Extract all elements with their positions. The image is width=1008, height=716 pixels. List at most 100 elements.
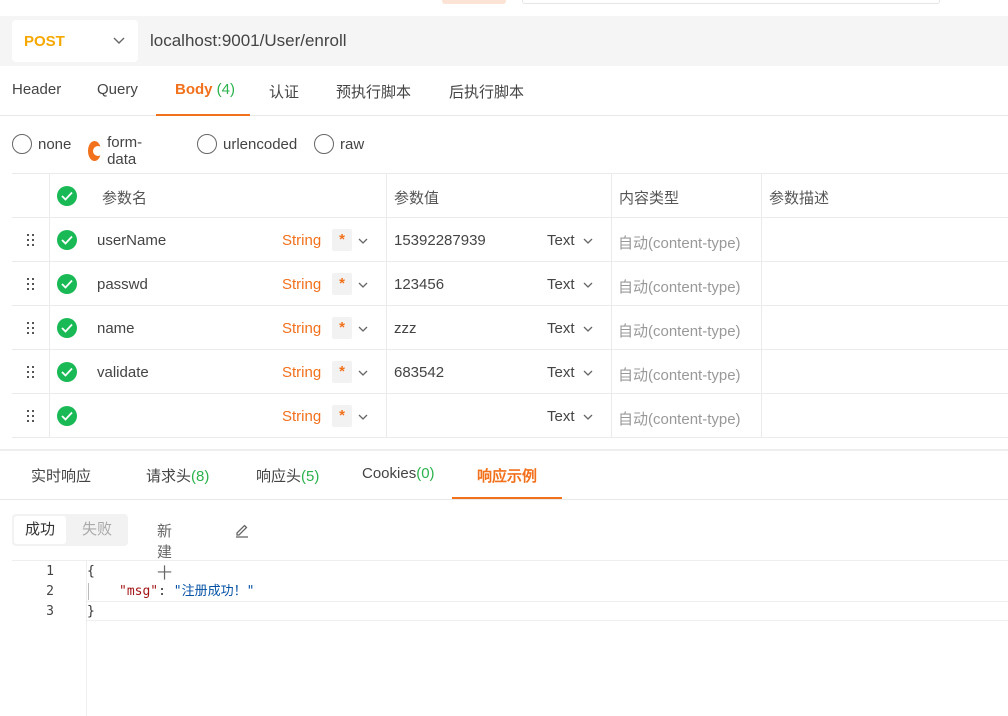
drag-handle-icon[interactable] bbox=[25, 321, 37, 335]
param-type-select[interactable]: String bbox=[282, 232, 321, 249]
tab-label: 认证 bbox=[269, 84, 300, 101]
radio-label: form-data bbox=[107, 134, 143, 168]
fail-tab[interactable]: 失败 bbox=[68, 516, 126, 544]
param-type-select[interactable]: String bbox=[282, 320, 321, 337]
drag-handle-icon[interactable] bbox=[25, 365, 37, 379]
top-toolbar-fragment bbox=[442, 0, 506, 4]
chevron-down-icon[interactable] bbox=[357, 235, 369, 247]
value-type-select[interactable]: Text bbox=[547, 276, 575, 293]
url-input[interactable]: localhost:9001/User/enroll bbox=[150, 31, 347, 51]
chevron-down-icon[interactable] bbox=[357, 323, 369, 335]
value-type-select[interactable]: Text bbox=[547, 320, 575, 337]
param-name-input[interactable]: passwd bbox=[97, 276, 148, 293]
tab-response-headers[interactable]: 响应头(5) bbox=[256, 465, 319, 486]
content-type-input[interactable]: 自动(content-type) bbox=[618, 320, 741, 341]
required-toggle[interactable]: * bbox=[332, 317, 352, 339]
chevron-down-icon[interactable] bbox=[582, 235, 594, 247]
param-type-select[interactable]: String bbox=[282, 408, 321, 425]
tab-label: Header bbox=[12, 81, 62, 98]
radio-form-data[interactable]: form-data bbox=[88, 134, 149, 168]
chevron-down-icon[interactable] bbox=[357, 279, 369, 291]
value-type-select[interactable]: Text bbox=[547, 364, 575, 381]
chevron-down-icon[interactable] bbox=[582, 367, 594, 379]
code-editor[interactable]: 1 2 3 { "msg": "注册成功！" } bbox=[12, 560, 1008, 716]
row-enabled-checkbox[interactable] bbox=[57, 318, 77, 338]
table-row: passwd String * 123456 Text 自动(content-t… bbox=[12, 262, 1008, 306]
content-type-input[interactable]: 自动(content-type) bbox=[618, 364, 741, 385]
required-toggle[interactable]: * bbox=[332, 229, 352, 251]
tab-cookies[interactable]: Cookies(0) bbox=[362, 465, 435, 482]
content-type-input[interactable]: 自动(content-type) bbox=[618, 276, 741, 297]
active-tab-indicator bbox=[156, 114, 250, 116]
drag-handle-icon[interactable] bbox=[25, 233, 37, 247]
chevron-down-icon[interactable] bbox=[582, 279, 594, 291]
tab-label: 响应示例 bbox=[477, 468, 538, 485]
param-value-input[interactable]: 123456 bbox=[394, 276, 444, 293]
table-header-row: 参数名 参数值 内容类型 参数描述 bbox=[12, 174, 1008, 218]
code-token-key: "msg" bbox=[119, 584, 159, 599]
chevron-down-icon[interactable] bbox=[582, 323, 594, 335]
radio-label: none bbox=[38, 135, 72, 153]
tab-body[interactable]: Body (4) bbox=[175, 81, 235, 98]
row-enabled-checkbox[interactable] bbox=[57, 274, 77, 294]
drag-handle-icon[interactable] bbox=[25, 277, 37, 291]
indent-guide bbox=[88, 583, 89, 600]
required-toggle[interactable]: * bbox=[332, 405, 352, 427]
tab-pre-script[interactable]: 预执行脚本 bbox=[336, 81, 411, 102]
tab-count-badge: (4) bbox=[216, 81, 236, 98]
param-type-select[interactable]: String bbox=[282, 364, 321, 381]
content-type-input[interactable]: 自动(content-type) bbox=[618, 232, 741, 253]
param-name-input[interactable]: validate bbox=[97, 364, 149, 381]
param-value-input[interactable]: zzz bbox=[394, 320, 417, 337]
code-token-brace: { bbox=[87, 564, 95, 579]
radio-button[interactable] bbox=[12, 134, 32, 154]
row-enabled-checkbox[interactable] bbox=[57, 230, 77, 250]
tab-header[interactable]: Header bbox=[12, 81, 61, 98]
response-tabs: 实时响应 请求头(8) 响应头(5) Cookies(0) 响应示例 bbox=[0, 451, 1008, 500]
value-type-select[interactable]: Text bbox=[547, 232, 575, 249]
value-type-select[interactable]: Text bbox=[547, 408, 575, 425]
chevron-down-icon[interactable] bbox=[357, 367, 369, 379]
param-name-input[interactable]: userName bbox=[97, 232, 166, 249]
chevron-down-icon[interactable] bbox=[357, 411, 369, 423]
tab-query[interactable]: Query bbox=[97, 81, 138, 98]
tab-post-script[interactable]: 后执行脚本 bbox=[449, 81, 524, 102]
radio-button-checked[interactable] bbox=[88, 141, 104, 161]
code-token-brace: } bbox=[87, 604, 95, 619]
required-toggle[interactable]: * bbox=[332, 273, 352, 295]
drag-handle-icon[interactable] bbox=[25, 409, 37, 423]
request-tabs: Header Query Body (4) 认证 预执行脚本 后执行脚本 bbox=[0, 66, 1008, 116]
row-enabled-checkbox[interactable] bbox=[57, 362, 77, 382]
edit-icon[interactable] bbox=[234, 522, 250, 538]
tab-auth[interactable]: 认证 bbox=[269, 81, 299, 102]
radio-button[interactable] bbox=[197, 134, 217, 154]
content-type-input[interactable]: 自动(content-type) bbox=[618, 408, 741, 429]
row-enabled-checkbox[interactable] bbox=[57, 406, 77, 426]
tab-request-headers[interactable]: 请求头(8) bbox=[146, 465, 209, 486]
code-line-active: } bbox=[87, 601, 1008, 621]
radio-button[interactable] bbox=[314, 134, 334, 154]
radio-urlencoded[interactable]: urlencoded bbox=[197, 134, 297, 154]
tab-label: Cookies bbox=[362, 465, 417, 482]
top-input-fragment bbox=[522, 0, 940, 4]
tab-response-example[interactable]: 响应示例 bbox=[477, 465, 537, 486]
param-name-input[interactable]: name bbox=[97, 320, 135, 337]
radio-raw[interactable]: raw bbox=[314, 134, 364, 154]
table-row: userName String * 15392287939 Text 自动(co… bbox=[12, 218, 1008, 262]
chevron-down-icon[interactable] bbox=[582, 411, 594, 423]
required-toggle[interactable]: * bbox=[332, 361, 352, 383]
param-type-select[interactable]: String bbox=[282, 276, 321, 293]
param-value-input[interactable]: 683542 bbox=[394, 364, 444, 381]
tab-live-response[interactable]: 实时响应 bbox=[31, 465, 91, 486]
tab-label: 预执行脚本 bbox=[336, 84, 412, 101]
tab-count-badge: (5) bbox=[301, 468, 320, 485]
param-value-input[interactable]: 15392287939 bbox=[394, 232, 486, 249]
check-icon bbox=[61, 367, 73, 377]
code-token-colon: : bbox=[158, 584, 174, 599]
tab-label: 后执行脚本 bbox=[449, 84, 525, 101]
success-tab[interactable]: 成功 bbox=[14, 516, 66, 544]
method-select[interactable]: POST bbox=[12, 20, 138, 62]
select-all-checkbox[interactable] bbox=[57, 186, 77, 206]
check-icon bbox=[61, 411, 73, 421]
radio-none[interactable]: none bbox=[12, 134, 71, 154]
